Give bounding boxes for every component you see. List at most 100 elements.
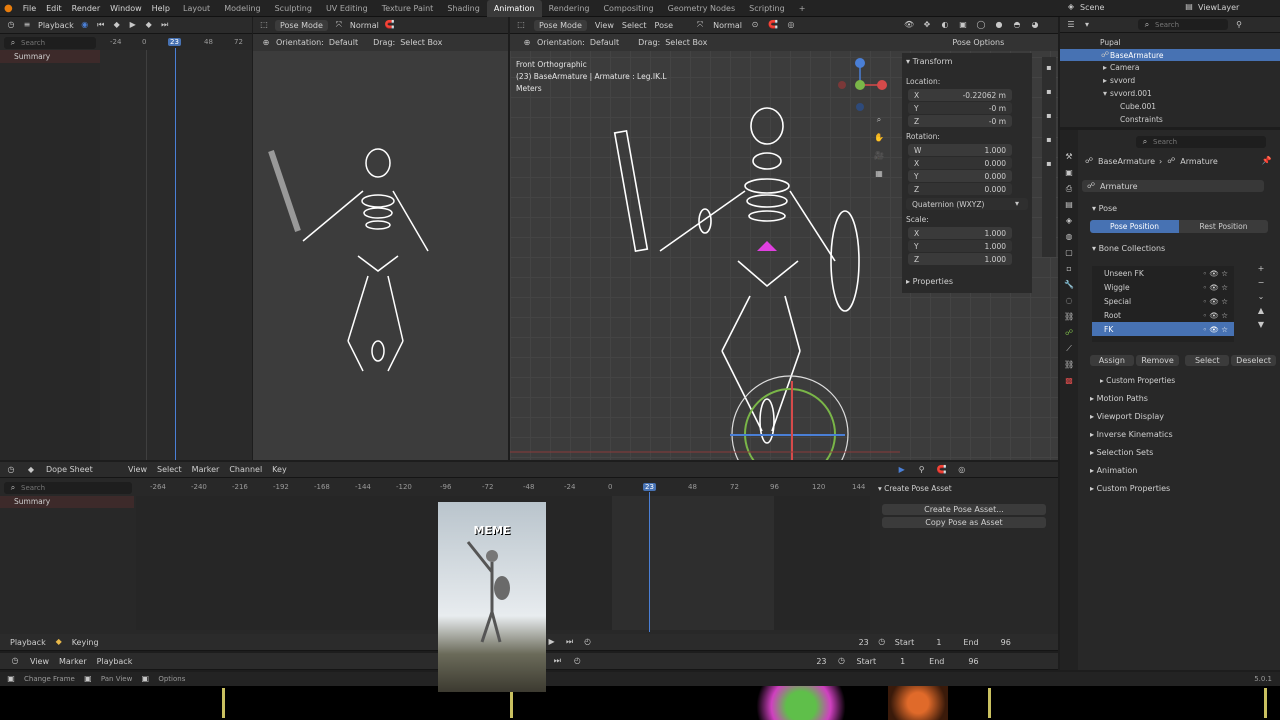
next-key-icon[interactable]: ⏭ (552, 656, 562, 666)
outliner-item-svvord[interactable]: ▸ svvord (1060, 74, 1280, 87)
filter-icon[interactable]: ⚲ (1234, 20, 1244, 30)
render-tab-icon[interactable]: ▣ (1064, 168, 1074, 178)
view-menu[interactable]: View (595, 21, 614, 30)
collection-item-special[interactable]: Special ◦ 👁 ☆ (1092, 294, 1234, 308)
jump-end-icon[interactable]: ⏭ (160, 20, 170, 30)
main-3d-viewport[interactable]: ⬚ Pose Mode View Select Pose ⤧ Normal ⊙ … (510, 17, 1058, 460)
current-frame-marker[interactable]: 23 (168, 38, 181, 46)
snap-icon[interactable]: 🧲 (937, 465, 947, 475)
pose-menu[interactable]: Pose (655, 21, 674, 30)
visibility-eye-icon[interactable]: ◦ 👁 ☆ (1203, 311, 1228, 320)
tab-geometry-nodes[interactable]: Geometry Nodes (661, 0, 742, 17)
xray-icon[interactable]: ▣ (958, 20, 968, 30)
tab-compositing[interactable]: Compositing (596, 0, 660, 17)
scene-selector[interactable]: ◈ Scene (1066, 2, 1104, 12)
view-tab[interactable]: ▪ (1044, 111, 1054, 121)
data-name-field[interactable]: ☍ Armature (1082, 180, 1264, 192)
transform-orientation-icon[interactable]: ⤧ (695, 20, 705, 30)
constraint-tab-icon[interactable]: ⛓ (1064, 312, 1074, 322)
visibility-eye-icon[interactable]: ◦ 👁 ☆ (1203, 325, 1228, 334)
dope-sheet-ruler[interactable]: -264 -240 -216 -192 -168 -144 -120 -96 -… (140, 483, 870, 493)
move-up-icon[interactable]: ▲ (1256, 306, 1266, 316)
dope-sheet-search[interactable]: ⌕ Search (4, 482, 132, 494)
editor-type-icon[interactable]: ◷ (6, 465, 16, 475)
output-tab-icon[interactable]: ⎙ (1064, 184, 1074, 194)
orientation-dropdown[interactable]: Default (329, 38, 358, 47)
create-pose-asset-header[interactable]: ▾ Create Pose Asset (878, 484, 952, 493)
tab-scripting[interactable]: Scripting (742, 0, 792, 17)
ortho-grid-icon[interactable]: ▦ (874, 169, 884, 179)
end-field[interactable]: 96 (1001, 638, 1011, 647)
viewport-display-header[interactable]: ▸ Viewport Display (1090, 412, 1164, 421)
view-menu[interactable]: View (128, 465, 147, 474)
animation-tab[interactable]: ▪ (1044, 135, 1054, 145)
add-icon[interactable]: + (1256, 264, 1266, 274)
keying-menu[interactable]: Keying (72, 638, 99, 647)
deselect-button[interactable]: Deselect (1231, 355, 1277, 366)
bone-constraint-tab-icon[interactable]: ⛓ (1064, 360, 1074, 370)
only-selected-icon[interactable]: ▶ (897, 465, 907, 475)
editor-type-icon[interactable]: ◷ (10, 656, 20, 666)
play-icon[interactable]: ▶ (547, 637, 557, 647)
playback-menu[interactable]: Playback (10, 638, 46, 647)
mode-dropdown[interactable]: Pose Mode (275, 19, 328, 31)
outliner-item-svvord001[interactable]: ▾ svvord.001 (1060, 87, 1280, 100)
marker-menu[interactable]: Marker (59, 657, 87, 666)
view-layer-tab-icon[interactable]: ▤ (1064, 200, 1074, 210)
breadcrumb-object[interactable]: BaseArmature (1098, 157, 1155, 166)
rendered-shading-icon[interactable]: ◕ (1030, 20, 1040, 30)
left-timeline-keys-area[interactable] (100, 50, 252, 460)
scale-y-field[interactable]: Y 1.000 (908, 240, 1012, 252)
channel-menu[interactable]: Channel (229, 465, 262, 474)
orientation-dropdown[interactable]: Default (590, 38, 619, 47)
collection-item-root[interactable]: Root ◦ 👁 ☆ (1092, 308, 1234, 322)
selection-sets-header[interactable]: ▸ Selection Sets (1090, 448, 1153, 457)
scene-tab-icon[interactable]: ◈ (1064, 216, 1074, 226)
select-button[interactable]: Select (1185, 355, 1230, 366)
copy-pose-as-asset-button[interactable]: Copy Pose as Asset (882, 517, 1046, 528)
key-menu[interactable]: Key (272, 465, 287, 474)
transform-dropdown[interactable]: Normal (350, 21, 379, 30)
view-menu[interactable]: View (30, 657, 49, 666)
menu-lines-icon[interactable]: ≡ (22, 20, 32, 30)
material-shading-icon[interactable]: ◓ (1012, 20, 1022, 30)
proportional-icon[interactable]: ◎ (957, 465, 967, 475)
item-tab[interactable]: ▪ (1044, 63, 1054, 73)
pin-icon[interactable]: 📌 (1262, 156, 1272, 166)
select-menu[interactable]: Select (157, 465, 182, 474)
prev-key-icon[interactable]: ◆ (112, 20, 122, 30)
rotation-y-field[interactable]: Y 0.000 (908, 170, 1012, 182)
next-key-icon[interactable]: ◆ (144, 20, 154, 30)
dope-summary-row[interactable]: Summary (0, 496, 134, 508)
end-field[interactable]: 96 (968, 657, 978, 666)
menu-window[interactable]: Window (110, 4, 142, 13)
collection-item-fk[interactable]: FK ◦ 👁 ☆ (1092, 322, 1234, 336)
overlay-icon[interactable]: ◐ (940, 20, 950, 30)
preview-range-icon[interactable]: ◷ (877, 637, 887, 647)
editor-type-icon[interactable]: ⬚ (516, 20, 526, 30)
motion-paths-header[interactable]: ▸ Motion Paths (1090, 394, 1148, 403)
outliner-item-camera[interactable]: ▸ Camera (1060, 61, 1280, 74)
jump-start-icon[interactable]: ⏮ (96, 20, 106, 30)
visibility-eye-icon[interactable]: ◦ 👁 ☆ (1203, 269, 1228, 278)
left-timeline-ruler[interactable]: -24 0 23 48 72 (100, 38, 252, 48)
assign-button[interactable]: Assign (1090, 355, 1134, 366)
tab-rendering[interactable]: Rendering (542, 0, 597, 17)
bone-tab-icon[interactable]: ⟋ (1064, 344, 1074, 354)
menu-help[interactable]: Help (152, 4, 170, 13)
object-tab-icon[interactable]: ▫ (1064, 264, 1074, 274)
collection-tab-icon[interactable]: ▢ (1064, 248, 1074, 258)
left-3d-viewport[interactable]: ⬚ Pose Mode ⤧ Normal 🧲 ⊕ Orientation: De… (253, 17, 508, 460)
rotation-x-field[interactable]: X 0.000 (908, 157, 1012, 169)
drag-dropdown[interactable]: Select Box (400, 38, 442, 47)
modifier-tab-icon[interactable]: 🔧 (1064, 280, 1074, 290)
mode-dropdown[interactable]: Pose Mode (534, 19, 587, 31)
outliner-search[interactable]: ⌕ Search (1138, 19, 1228, 30)
collection-item-wiggle[interactable]: Wiggle ◦ 👁 ☆ (1092, 280, 1234, 294)
menu-render[interactable]: Render (72, 4, 100, 13)
pan-hand-icon[interactable]: ✋ (874, 133, 884, 143)
marker-menu[interactable]: Marker (192, 465, 220, 474)
gizmo-icon[interactable]: ✥ (922, 20, 932, 30)
add-workspace-icon[interactable]: + (792, 0, 813, 17)
armature-data-tab-icon[interactable]: ☍ (1064, 328, 1074, 338)
